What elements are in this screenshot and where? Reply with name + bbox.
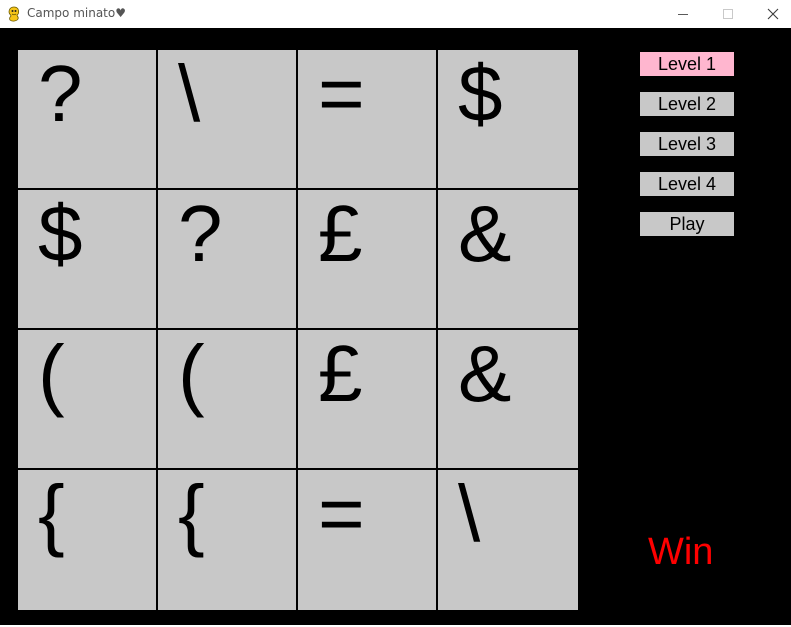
win-status-text: Win <box>648 531 714 573</box>
cell-symbol: & <box>458 189 512 278</box>
board-cell[interactable]: £ <box>298 190 438 330</box>
pygame-snake-icon <box>8 6 20 22</box>
cell-symbol: { <box>38 469 65 558</box>
cell-symbol: $ <box>458 49 503 138</box>
cell-symbol: & <box>458 329 512 418</box>
board-cell[interactable]: \ <box>158 50 298 190</box>
cell-symbol: ? <box>38 49 83 138</box>
board-cell[interactable]: & <box>438 190 578 330</box>
board-cell[interactable]: { <box>158 470 298 610</box>
board-cell[interactable]: £ <box>298 330 438 470</box>
board-cell[interactable]: = <box>298 50 438 190</box>
cell-symbol: \ <box>458 469 481 558</box>
maximize-button[interactable] <box>705 0 750 28</box>
cell-symbol: { <box>178 469 205 558</box>
board-cell[interactable]: ? <box>18 50 158 190</box>
board-cell[interactable]: & <box>438 330 578 470</box>
cell-symbol: ( <box>178 329 205 418</box>
board-cell[interactable]: ( <box>18 330 158 470</box>
cell-symbol: £ <box>318 329 363 418</box>
board-cell[interactable]: { <box>18 470 158 610</box>
play-button[interactable]: Play <box>640 212 734 236</box>
cell-symbol: £ <box>318 189 363 278</box>
level-2-button[interactable]: Level 2 <box>640 92 734 116</box>
level-4-button[interactable]: Level 4 <box>640 172 734 196</box>
board-cell[interactable]: \ <box>438 470 578 610</box>
memory-board: ? \ = $ $ ? £ & ( ( £ & { { = \ <box>18 50 578 610</box>
title-bar: Campo minato♥ <box>0 0 791 28</box>
level-1-button[interactable]: Level 1 <box>640 52 734 76</box>
level-3-button[interactable]: Level 3 <box>640 132 734 156</box>
cell-symbol: $ <box>38 189 83 278</box>
window-title: Campo minato♥ <box>27 6 126 20</box>
cell-symbol: ( <box>38 329 65 418</box>
minimize-icon <box>677 13 688 15</box>
cell-symbol: = <box>318 49 365 138</box>
minimize-button[interactable] <box>660 0 705 28</box>
close-icon <box>767 8 778 20</box>
game-canvas: ? \ = $ $ ? £ & ( ( £ & { { = \ Level 1 … <box>0 28 791 625</box>
close-button[interactable] <box>750 0 791 28</box>
maximize-icon <box>722 9 733 19</box>
cell-symbol: ? <box>178 189 223 278</box>
board-cell[interactable]: ( <box>158 330 298 470</box>
board-cell[interactable]: $ <box>18 190 158 330</box>
cell-symbol: \ <box>178 49 201 138</box>
board-cell[interactable]: = <box>298 470 438 610</box>
cell-symbol: = <box>318 469 365 558</box>
board-cell[interactable]: ? <box>158 190 298 330</box>
board-cell[interactable]: $ <box>438 50 578 190</box>
